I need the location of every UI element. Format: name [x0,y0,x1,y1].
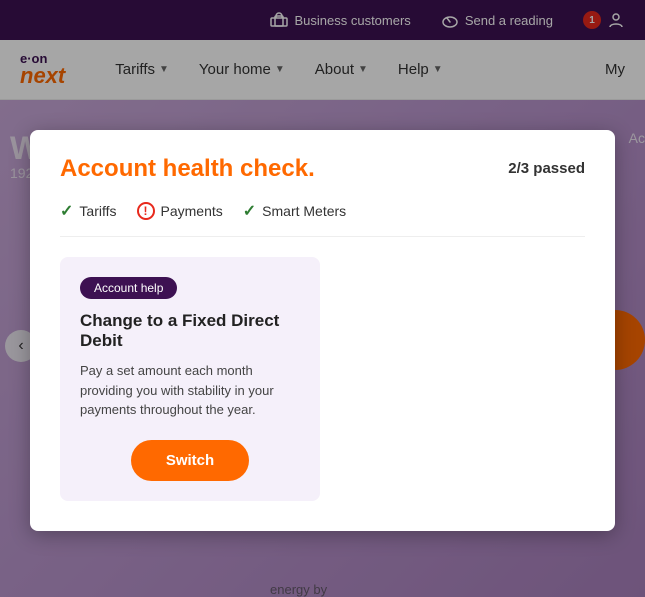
check-tariffs-icon: ✓ [60,201,73,221]
card-title: Change to a Fixed Direct Debit [80,311,300,351]
check-payments-icon: ! [137,202,155,220]
check-payments-label: Payments [161,203,223,219]
account-health-modal: Account health check. 2/3 passed ✓ Tarif… [30,130,615,531]
modal-checks-row: ✓ Tariffs ! Payments ✓ Smart Meters [60,201,585,237]
check-tariffs: ✓ Tariffs [60,201,117,221]
check-smart-meters-label: Smart Meters [262,203,346,219]
modal-header: Account health check. 2/3 passed [60,155,585,183]
check-payments: ! Payments [137,202,223,220]
check-tariffs-label: Tariffs [79,203,116,219]
modal-passed-count: 2/3 passed [508,160,585,177]
check-smart-meters-icon: ✓ [243,201,256,221]
check-smart-meters: ✓ Smart Meters [243,201,346,221]
card-description: Pay a set amount each month providing yo… [80,361,300,420]
switch-button[interactable]: Switch [131,440,249,481]
modal-title: Account health check. [60,155,315,183]
recommendation-card: Account help Change to a Fixed Direct De… [60,257,320,501]
card-badge: Account help [80,277,177,299]
